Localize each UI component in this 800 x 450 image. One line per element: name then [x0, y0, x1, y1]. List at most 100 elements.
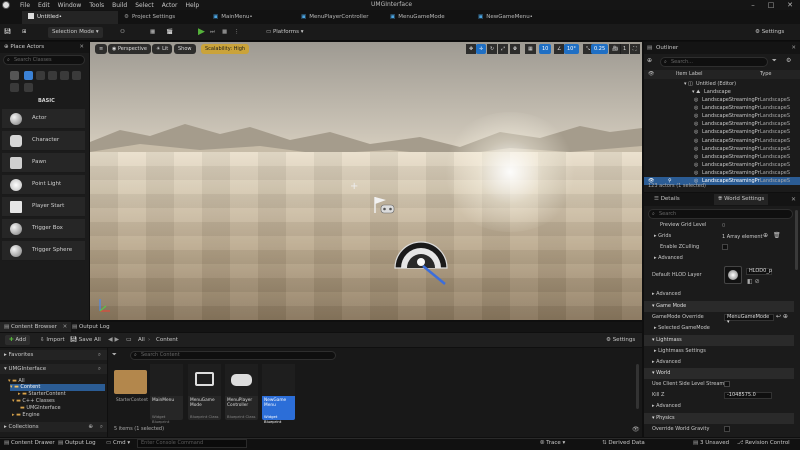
tab-newgamemenu[interactable]: ▣ NewGameMenu• [472, 11, 539, 24]
translate-tool-icon[interactable]: ✥ [466, 44, 477, 54]
row-advanced-2[interactable]: ▸ Advanced [644, 289, 794, 300]
scale-snap-value[interactable]: 0.25 [591, 44, 609, 54]
hlod-layer-value[interactable]: HLOD0_p [746, 268, 772, 275]
collections-header[interactable]: ▸ Collections ⊕ ⌕ [0, 422, 107, 432]
filter-icon[interactable]: ⏷ [772, 57, 777, 65]
asset-menuplayercontroller[interactable]: MenuPlayer Controller Blueprint Class [225, 364, 258, 420]
breadcrumb-content[interactable]: Content [156, 335, 178, 345]
close-icon[interactable]: ✕ [791, 42, 796, 54]
menu-select[interactable]: Select [135, 2, 154, 9]
save-all-button[interactable]: 💾︎ Save All [70, 335, 101, 345]
mode-icon[interactable]: ⊞ [22, 27, 27, 38]
tab-menugamemode[interactable]: ▣ MenuGameMode [384, 11, 451, 24]
output-log-button[interactable]: ▤ Output Log [58, 440, 96, 446]
maximize-icon[interactable]: □ [762, 0, 780, 10]
maximize-viewport-icon[interactable]: ⛶ [630, 44, 640, 54]
import-button[interactable]: ⇩ Import [40, 335, 65, 345]
search-icon[interactable]: ⌕ [100, 422, 103, 432]
camera-speed-value[interactable]: 1 [620, 44, 630, 54]
row-advanced-4[interactable]: ▸ Advanced [644, 401, 794, 412]
tree-item-startercontent[interactable]: ▸ ▬ StarterContent [18, 391, 66, 397]
place-actor-trigger-box[interactable]: Trigger Box [2, 219, 85, 239]
sequencer-dropdown-icon[interactable]: 🎬︎ [166, 27, 173, 38]
tree-item-content[interactable]: ▾ ▬ Content [10, 384, 105, 391]
reset-icon[interactable]: ↩ ⊕ [776, 313, 788, 320]
grid-snap-value[interactable]: 10 [539, 44, 552, 54]
tab-output-log[interactable]: ▤ Output Log [72, 322, 110, 332]
volumes-category-icon[interactable] [10, 83, 19, 92]
menu-build[interactable]: Build [112, 2, 127, 9]
player-start-sprite-icon[interactable] [373, 195, 395, 215]
world-local-icon[interactable]: 🌐︎ [510, 44, 521, 54]
toolbar-settings-button[interactable]: ⚙ Settings [755, 27, 784, 38]
section-game-mode[interactable]: ▾ Game Mode [644, 301, 794, 312]
stop-button[interactable]: ■ [222, 27, 227, 38]
outliner-settings-icon[interactable]: ⚙ [786, 57, 791, 64]
lit-button[interactable]: ☀ Lit [152, 44, 173, 54]
tree-row-landscape[interactable]: ▾ ⛰︎ Landscape [644, 88, 800, 96]
perspective-button[interactable]: ◉ Perspective [108, 44, 151, 54]
row-advanced[interactable]: ▸ Advanced [644, 253, 794, 264]
close-icon[interactable]: ✕ [63, 324, 68, 330]
row-selected-gamemode[interactable]: ▸ Selected GameMode [644, 323, 794, 334]
history-nav-icons[interactable]: ◀ ▶ [108, 335, 119, 345]
rotate-tool-icon[interactable]: ↻ [487, 44, 498, 54]
play-options-icon[interactable]: ⋮ [234, 27, 240, 38]
column-item-label[interactable]: Item Label [676, 70, 702, 79]
tree-item-engine[interactable]: ▸ ▬ Engine [12, 412, 40, 418]
enable-zculling-checkbox[interactable] [722, 244, 728, 250]
breadcrumb-all[interactable]: All [138, 335, 145, 345]
content-drawer-button[interactable]: ▤ Content Drawer [4, 440, 55, 446]
tab-details[interactable]: ☰ Details [654, 196, 680, 202]
tree-row-landscape-proxy[interactable]: ◎ LandscapeStreamingPr LandscapeS [644, 161, 800, 169]
view-options-icon[interactable]: 👁︎ [632, 426, 640, 433]
tree-row-landscape-proxy[interactable]: ◎ LandscapeStreamingPr LandscapeS [644, 96, 800, 104]
place-actor-actor[interactable]: Actor [2, 109, 85, 129]
cmd-dropdown[interactable]: ▭ Cmd ▾ [106, 440, 130, 446]
tab-mainmenu[interactable]: ▣ MainMenu• [207, 11, 259, 24]
add-collection-icon[interactable]: ⊕ [88, 422, 93, 432]
menu-tools[interactable]: Tools [89, 2, 104, 9]
cinematic-category-icon[interactable] [60, 71, 69, 80]
delete-icon[interactable]: 🗑︎ [773, 232, 781, 239]
platforms-dropdown[interactable]: ▭ Platforms ▾ [266, 27, 304, 38]
surface-snap-icon[interactable]: ▦ [525, 44, 536, 54]
search-icon[interactable]: ⌕ [98, 350, 101, 360]
filter-icon[interactable]: ⏷ [112, 351, 117, 359]
asset-startercontent-folder[interactable]: StarterContent [114, 364, 148, 420]
asset-view-scrollbar[interactable] [636, 364, 639, 409]
row-lightmass-settings[interactable]: ▸ Lightmass Settings [644, 346, 794, 357]
place-actor-player-start[interactable]: Player Start [2, 197, 85, 217]
outliner-search-input[interactable]: ⌕ Search... [660, 57, 768, 67]
tree-item-umginterface[interactable]: ▬ UMGInterface [20, 405, 61, 411]
tab-level-untitled[interactable]: Untitled• [22, 11, 118, 24]
menu-help[interactable]: Help [186, 2, 200, 9]
sky-atmosphere-sprite-icon[interactable] [393, 240, 449, 288]
move-gizmo-icon[interactable]: ✛ [476, 44, 487, 54]
menu-window[interactable]: Window [58, 2, 82, 9]
revision-control-button[interactable]: ⎇ Revision Control [737, 440, 790, 446]
close-icon[interactable]: ✕ [79, 42, 84, 53]
section-world[interactable]: ▾ World [644, 368, 794, 379]
recent-icon[interactable] [10, 71, 19, 80]
place-actor-point-light[interactable]: Point Light [2, 175, 85, 195]
details-search-input[interactable]: ⌕ Search [648, 209, 793, 219]
menu-actor[interactable]: Actor [162, 2, 178, 9]
close-icon[interactable]: ✕ [791, 196, 796, 203]
tree-row-landscape-proxy[interactable]: ◎ LandscapeStreamingPr LandscapeS [644, 137, 800, 145]
tab-content-browser[interactable]: ▤ Content Browser ✕ [0, 322, 72, 332]
console-command-input[interactable]: Enter Console Command [137, 439, 247, 448]
play-button[interactable]: ▶ [198, 27, 205, 38]
close-icon[interactable]: ✕ [781, 0, 799, 10]
add-content-icon[interactable]: ⚇ [120, 27, 125, 38]
tree-row-landscape-proxy[interactable]: ◎ LandscapeStreamingPr LandscapeS [644, 128, 800, 136]
tab-menuplayercontroller[interactable]: ▣ MenuPlayerController [295, 11, 374, 24]
step-button[interactable]: ⏭ [210, 27, 215, 38]
show-button[interactable]: Show [174, 44, 196, 54]
unsaved-button[interactable]: ▤ 3 Unsaved [693, 440, 729, 446]
menu-edit[interactable]: Edit [38, 2, 50, 9]
place-actor-pawn[interactable]: Pawn [2, 153, 85, 173]
details-scrollbar[interactable] [795, 210, 798, 270]
row-advanced-3[interactable]: ▸ Advanced [644, 357, 794, 368]
tree-item-cpp-classes[interactable]: ▾ ▬ C++ Classes [12, 398, 55, 404]
